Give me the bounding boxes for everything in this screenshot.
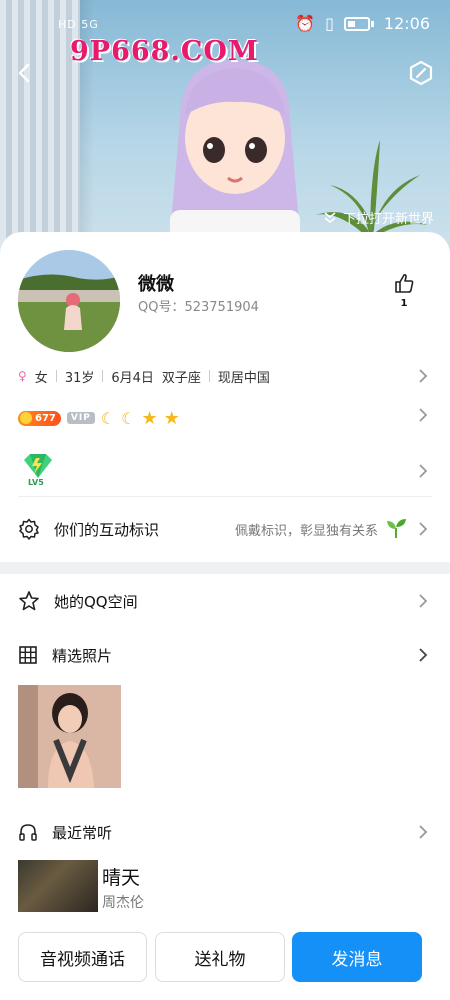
birthday: 6月4日 (111, 370, 154, 386)
photos-label: 精选照片 (52, 646, 113, 665)
gender: 女 (34, 370, 48, 386)
chevron-right-icon (419, 369, 428, 383)
moon-icon: ☾ (121, 408, 136, 428)
sun-level-badge: 677 (18, 410, 61, 426)
battery-icon (343, 16, 370, 31)
qzone-row[interactable]: 她的QQ空间 (18, 586, 432, 616)
network-indicator: HD 5G (58, 18, 99, 31)
photos-row[interactable]: 精选照片 (18, 640, 432, 670)
basic-info-row[interactable]: ♀ 女 31岁 6月4日 双子座 现居中国 (18, 366, 432, 386)
back-arrow-icon[interactable] (14, 62, 36, 84)
chevron-right-icon (419, 825, 428, 839)
song-title[interactable]: 晴天 (102, 863, 140, 890)
grid-icon (19, 646, 37, 664)
level-badge-text: LV5 (28, 478, 44, 487)
bottom-action-bar: 音视频通话 送礼物 发消息 (0, 924, 450, 1000)
alarm-icon: ⏰ (295, 14, 316, 33)
profile-card: 微微 QQ号：523751904 1 ♀ 女 31岁 6月4日 双子座 现居中国… (0, 232, 450, 562)
profile-cover[interactable]: HD 5G ⏰ ▯ 12:06 9P668.COM 下拉打开新世界 (0, 0, 450, 260)
watermark: 9P668.COM (70, 36, 259, 67)
interaction-badge-row[interactable]: 你们的互动标识 佩戴标识，彰显独有关系 (18, 514, 432, 544)
featured-photo[interactable] (18, 685, 121, 788)
pull-down-hint[interactable]: 下拉打开新世界 (323, 208, 434, 227)
star-icon: ★ (141, 407, 158, 429)
like-button[interactable]: 1 (392, 272, 416, 309)
video-call-button[interactable]: 音视频通话 (18, 932, 147, 982)
thumbs-up-icon (395, 273, 414, 293)
send-gift-button[interactable]: 送礼物 (155, 932, 285, 982)
divider (18, 496, 432, 497)
headphones-icon (19, 824, 37, 841)
vibrate-icon: ▯ (325, 14, 334, 33)
location: 现居中国 (217, 370, 270, 386)
sun-icon (20, 412, 32, 424)
chevron-right-icon (419, 594, 428, 608)
chevron-right-icon (419, 464, 428, 478)
chevron-right-icon (419, 522, 428, 536)
sprout-icon (387, 519, 406, 538)
interaction-hint: 佩戴标识，彰显独有关系 (234, 523, 378, 539)
gear-badge-icon (19, 518, 39, 540)
music-label: 最近常听 (52, 823, 113, 842)
qzone-label: 她的QQ空间 (54, 592, 138, 611)
star-icon: ★ (163, 407, 180, 429)
avatar[interactable] (18, 250, 120, 352)
star-outline-icon (19, 591, 39, 611)
chevron-right-icon (419, 648, 428, 662)
settings-hexagon-icon[interactable] (408, 60, 434, 86)
nickname: 微微 (138, 274, 174, 295)
double-chevron-down-icon (324, 211, 336, 223)
moon-icon: ☾ (100, 408, 116, 428)
age: 31岁 (64, 370, 95, 386)
interaction-title: 你们的互动标识 (54, 520, 160, 539)
content-section: 她的QQ空间 精选照片 最近常听 晴天 周杰伦 (0, 574, 450, 934)
chevron-right-icon (419, 408, 428, 422)
cover-avatar-character (170, 60, 300, 240)
gender-female-icon: ♀ (18, 369, 27, 383)
song-artist: 周杰伦 (102, 895, 144, 911)
clock: 12:06 (383, 14, 430, 33)
section-gap (0, 562, 450, 574)
music-row[interactable]: 最近常听 (18, 817, 432, 847)
qq-number[interactable]: QQ号：523751904 (138, 296, 259, 315)
level-row[interactable]: LV5 (18, 450, 432, 498)
send-message-button[interactable]: 发消息 (292, 932, 422, 982)
like-count: 1 (400, 298, 408, 309)
song-cover[interactable] (18, 860, 98, 912)
zodiac: 双子座 (161, 370, 201, 386)
badge-row[interactable]: 677 VIP ☾ ☾ ★ ★ (18, 407, 180, 429)
vip-badge: VIP (66, 412, 95, 424)
